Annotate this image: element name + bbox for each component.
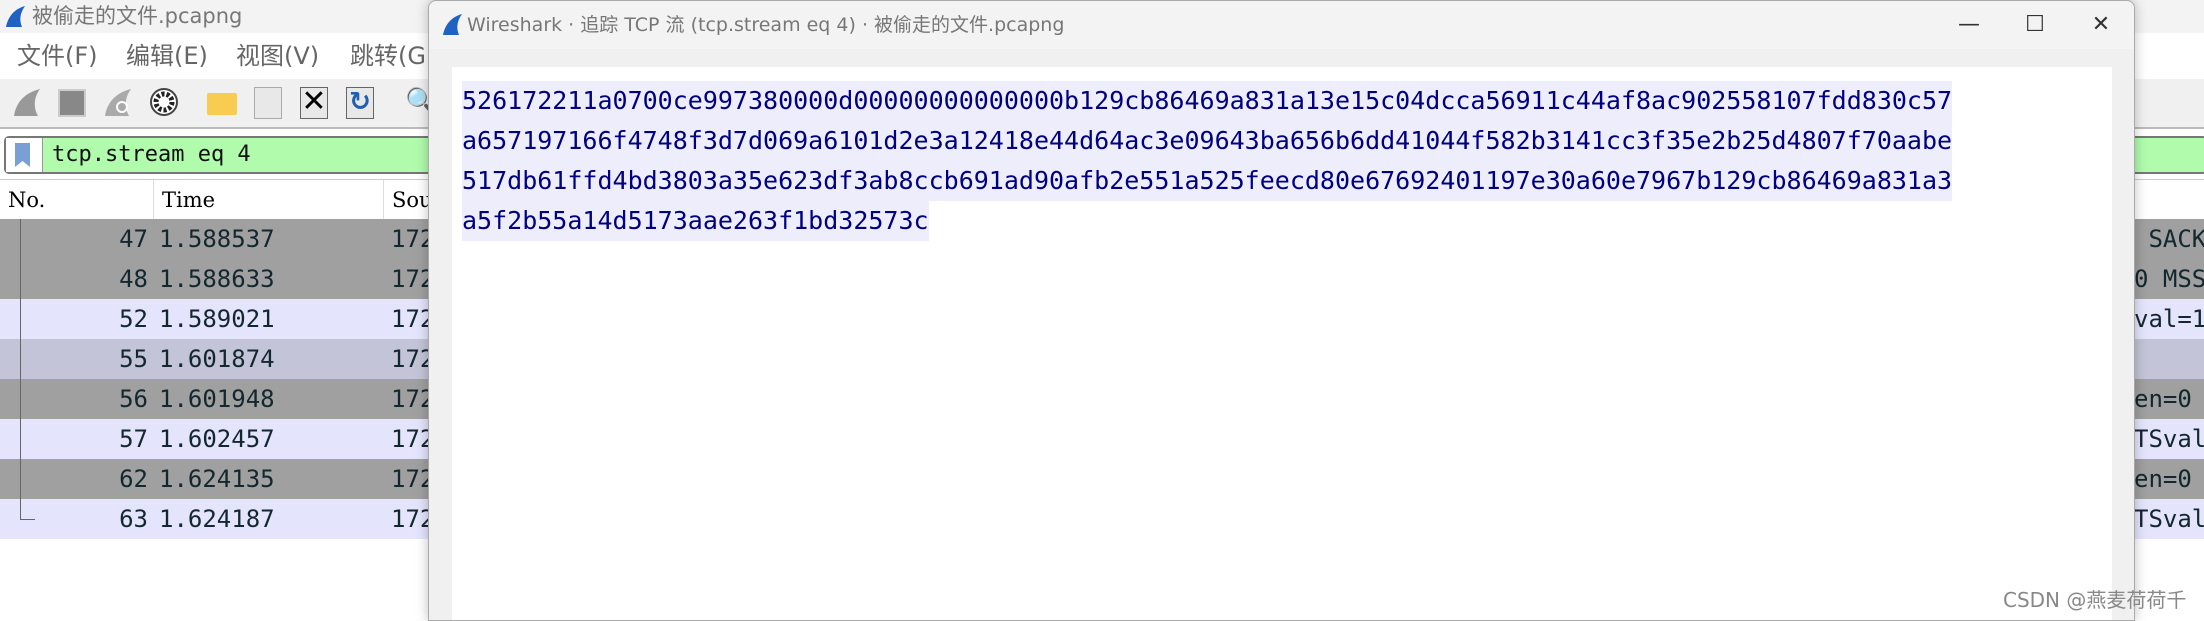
packet-number: 62 [119, 465, 148, 493]
stream-text: 526172211a0700ce997380000d00000000000000… [462, 81, 1953, 241]
file-icon[interactable] [254, 87, 282, 119]
packet-number: 52 [119, 305, 148, 333]
capture-options-icon[interactable] [149, 87, 179, 117]
packet-info: en=0 [2134, 385, 2192, 413]
conversation-line [20, 299, 21, 339]
reload-file-icon[interactable]: ↻ [346, 87, 374, 119]
packet-number: 56 [119, 385, 148, 413]
conversation-line [20, 499, 35, 520]
dialog-title: Wireshark · 追踪 TCP 流 (tcp.stream eq 4) ·… [467, 14, 1065, 36]
stream-line: a657197166f4748f3d7d069a6101d2e3a12418e4… [462, 121, 1953, 161]
packet-number: 57 [119, 425, 148, 453]
packet-info: en=0 [2134, 465, 2192, 493]
packet-number: 48 [119, 265, 148, 293]
stream-content-area[interactable]: 526172211a0700ce997380000d00000000000000… [452, 67, 2112, 620]
packet-info: val=1 [2134, 305, 2204, 333]
watermark: CSDN @燕麦荷荷千 [2003, 588, 2187, 612]
conversation-line [20, 219, 21, 259]
packet-time: 1.589021 [159, 305, 275, 333]
follow-tcp-stream-dialog: Wireshark · 追踪 TCP 流 (tcp.stream eq 4) ·… [428, 0, 2135, 621]
menu-file[interactable]: 文件(F) [17, 33, 98, 79]
packet-number: 55 [119, 345, 148, 373]
packet-time: 1.602457 [159, 425, 275, 453]
start-capture-icon[interactable] [12, 87, 42, 117]
packet-time: 1.588633 [159, 265, 275, 293]
conversation-line [20, 339, 21, 379]
stream-line: 517db61ffd4bd3803a35e623df3ab8ccb691ad90… [462, 161, 1953, 201]
packet-time: 1.601874 [159, 345, 275, 373]
packet-time: 1.601948 [159, 385, 275, 413]
packet-info: TSval [2134, 425, 2204, 453]
conversation-line [20, 459, 21, 499]
packet-info: 0 MSS [2134, 265, 2204, 293]
column-source[interactable]: Sou [383, 180, 433, 220]
stream-line: a5f2b55a14d5173aae263f1bd32573c [462, 201, 929, 241]
packet-number: 63 [119, 505, 148, 533]
menu-go[interactable]: 跳转(G) [350, 33, 435, 79]
wireshark-logo-icon [443, 14, 462, 35]
conversation-line [20, 379, 21, 419]
conversation-line [20, 419, 21, 459]
bookmark-icon[interactable] [6, 138, 43, 172]
wireshark-logo-icon [6, 6, 25, 27]
stream-line: 526172211a0700ce997380000d00000000000000… [462, 81, 1953, 121]
packet-info: SACK [2134, 225, 2204, 253]
restart-capture-icon[interactable] [103, 87, 133, 117]
open-file-icon[interactable] [207, 93, 237, 115]
maximize-button[interactable]: ☐ [2002, 1, 2068, 49]
column-no[interactable]: No. [0, 180, 45, 220]
close-file-icon[interactable]: ✕ [300, 87, 328, 119]
conversation-line [20, 259, 21, 299]
display-filter-value: tcp.stream eq 4 [52, 142, 251, 167]
packet-info: TSval [2134, 505, 2204, 533]
packet-time: 1.588537 [159, 225, 275, 253]
stop-capture-icon[interactable] [58, 89, 86, 117]
column-time[interactable]: Time [153, 180, 215, 220]
main-window-title: 被偷走的文件.pcapng [32, 4, 243, 28]
packet-time: 1.624135 [159, 465, 275, 493]
menu-edit[interactable]: 编辑(E) [126, 33, 208, 79]
menu-view[interactable]: 视图(V) [236, 33, 319, 79]
close-button[interactable]: ✕ [2068, 1, 2134, 49]
minimize-button[interactable]: — [1936, 1, 2002, 49]
dialog-titlebar: Wireshark · 追踪 TCP 流 (tcp.stream eq 4) ·… [429, 1, 2134, 49]
packet-number: 47 [119, 225, 148, 253]
packet-time: 1.624187 [159, 505, 275, 533]
